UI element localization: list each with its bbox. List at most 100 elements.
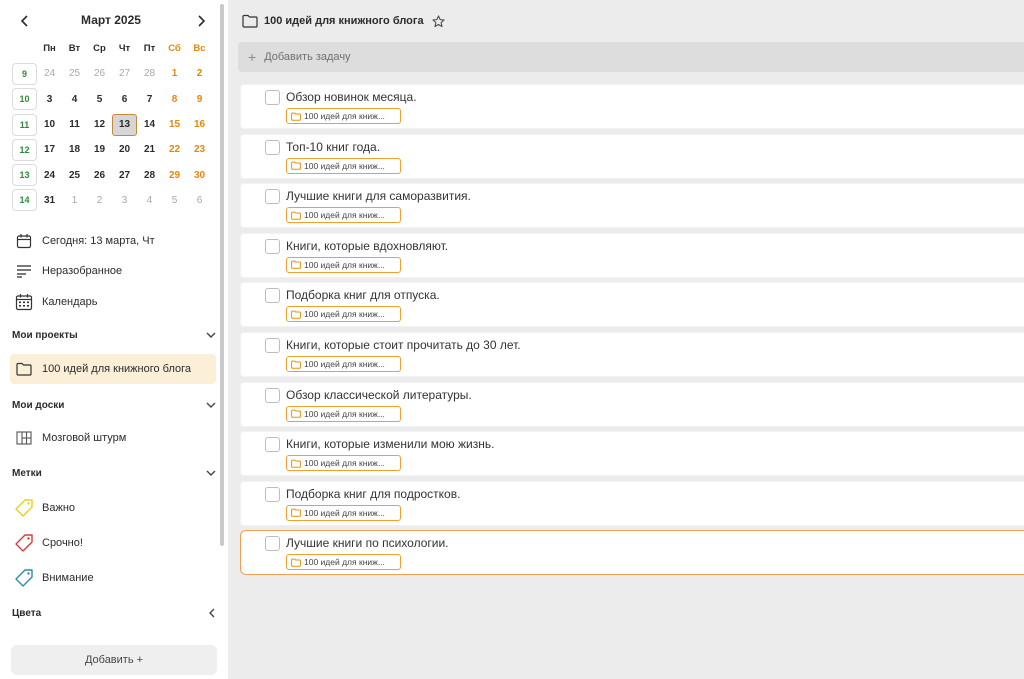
task-title[interactable]: Топ-10 книг года. [286,140,380,154]
task-card[interactable]: Подборка книг для подростков. 100 идей дл… [240,480,1024,526]
task-title[interactable]: Книги, которые стоит прочитать до 30 лет… [286,338,521,352]
calendar-day[interactable]: 17 [37,139,62,161]
task-title[interactable]: Книги, которые вдохновляют. [286,239,448,253]
calendar-day[interactable]: 18 [62,139,87,161]
add-button[interactable]: Добавить + [11,645,217,675]
section-boards-header[interactable]: Мои доски [12,396,216,414]
task-card[interactable]: Книги, которые изменили мою жизнь. 100 ид… [240,431,1024,477]
calendar-day[interactable]: 1 [62,189,87,211]
calendar-day[interactable]: 4 [137,189,162,211]
week-number[interactable]: 9 [12,62,37,85]
sidebar-item-today[interactable]: Сегодня: 13 марта, Чт [10,227,216,255]
calendar-day[interactable]: 13 [112,113,137,136]
task-checkbox[interactable] [265,288,280,304]
calendar-day[interactable]: 12 [87,114,112,136]
calendar-day[interactable]: 7 [137,88,162,110]
next-month-button[interactable] [190,10,212,32]
task-project-tag[interactable]: 100 идей для книж... [286,356,401,372]
week-number[interactable]: 12 [12,138,37,161]
calendar-day[interactable]: 28 [137,164,162,186]
task-project-tag[interactable]: 100 идей для книж... [286,554,401,571]
label-item-urgent[interactable]: Срочно! [10,529,216,557]
calendar-day[interactable]: 27 [112,164,137,186]
calendar-day[interactable]: 9 [187,88,212,110]
calendar-day[interactable]: 11 [62,114,87,136]
calendar-day[interactable]: 5 [162,189,187,211]
task-checkbox[interactable] [265,437,280,453]
task-project-tag[interactable]: 100 идей для книж... [286,108,401,124]
task-checkbox[interactable] [265,238,280,254]
task-card[interactable]: Книги, которые стоит прочитать до 30 лет… [240,332,1024,377]
calendar-day[interactable]: 2 [87,189,112,211]
task-checkbox[interactable] [265,189,280,205]
calendar-day[interactable]: 21 [137,139,162,161]
calendar-day[interactable]: 30 [187,164,212,186]
calendar-day[interactable]: 27 [112,63,137,85]
week-number[interactable]: 13 [12,164,37,187]
calendar-day[interactable]: 20 [112,139,137,161]
calendar-day[interactable]: 22 [162,139,187,161]
task-project-tag[interactable]: 100 идей для книж... [286,157,401,174]
task-title[interactable]: Лучшие книги для саморазвития. [286,189,471,203]
calendar-day[interactable]: 6 [112,88,137,110]
task-checkbox[interactable] [265,486,280,502]
task-title[interactable]: Обзор новинок месяца. [286,90,417,104]
task-checkbox[interactable] [265,536,280,552]
task-card[interactable]: Лучшие книги для саморазвития. 100 идей д… [240,183,1024,229]
calendar-day[interactable]: 4 [62,88,87,110]
sidebar-scrollbar[interactable] [220,4,224,546]
week-number[interactable]: 14 [12,189,37,212]
calendar-day[interactable]: 6 [187,189,212,211]
calendar-day[interactable]: 28 [137,63,162,85]
calendar-day[interactable]: 15 [162,114,187,136]
calendar-day[interactable]: 23 [187,139,212,161]
task-card[interactable]: Обзор классической литературы. 100 идей д… [240,381,1024,427]
calendar-day[interactable]: 1 [162,63,187,85]
sidebar-item-calendar[interactable]: Календарь [10,288,216,316]
task-card[interactable]: Подборка книг для отпуска. 100 идей для к… [240,282,1024,328]
section-labels-header[interactable]: Метки [12,464,216,482]
week-number[interactable]: 11 [12,113,37,136]
task-card[interactable]: Топ-10 книг года. 100 идей для книж... [240,133,1024,179]
calendar-day[interactable]: 29 [162,164,187,186]
task-card[interactable]: Лучшие книги по психологии. 100 идей для … [240,530,1024,576]
task-checkbox[interactable] [265,90,280,105]
calendar-day[interactable]: 8 [162,88,187,110]
task-title[interactable]: Книги, которые изменили мою жизнь. [286,437,494,451]
task-project-tag[interactable]: 100 идей для книж... [286,256,401,273]
calendar-day[interactable]: 2 [187,63,212,85]
task-title[interactable]: Подборка книг для отпуска. [286,288,440,302]
task-project-tag[interactable]: 100 идей для книж... [286,405,401,422]
calendar-day[interactable]: 25 [62,63,87,85]
calendar-day[interactable]: 19 [87,139,112,161]
label-item-important[interactable]: Важно [10,494,216,522]
calendar-day[interactable]: 16 [187,114,212,136]
calendar-day[interactable]: 3 [112,189,137,211]
task-checkbox[interactable] [265,387,280,403]
task-title[interactable]: Подборка книг для подростков. [286,487,460,501]
calendar-day[interactable]: 3 [37,88,62,110]
task-project-tag[interactable]: 100 идей для книж... [286,455,401,472]
calendar-day[interactable]: 31 [37,189,62,211]
task-card[interactable]: Книги, которые вдохновляют. 100 идей для … [240,232,1024,278]
section-projects-header[interactable]: Мои проекты [12,326,216,344]
task-project-tag[interactable]: 100 идей для книж... [286,504,401,521]
add-task-input[interactable]: + Добавить задачу [238,42,1024,72]
task-project-tag[interactable]: 100 идей для книж... [286,306,401,323]
label-item-attention[interactable]: Внимание [10,564,216,592]
section-colors-header[interactable]: Цвета [12,604,216,622]
calendar-day[interactable]: 24 [37,63,62,85]
calendar-day[interactable]: 10 [37,114,62,136]
calendar-day[interactable]: 24 [37,164,62,186]
calendar-day[interactable]: 5 [87,88,112,110]
task-checkbox[interactable] [265,338,280,353]
task-title[interactable]: Обзор классической литературы. [286,388,472,402]
task-card[interactable]: Обзор новинок месяца. 100 идей для книж..… [240,84,1024,129]
calendar-day[interactable]: 14 [137,114,162,136]
favorite-star-button[interactable] [432,14,445,28]
task-project-tag[interactable]: 100 идей для книж... [286,207,401,224]
task-title[interactable]: Лучшие книги по психологии. [286,536,449,550]
week-number[interactable]: 10 [12,88,37,111]
sidebar-item-inbox[interactable]: Неразобранное [10,257,216,285]
calendar-day[interactable]: 26 [87,63,112,85]
